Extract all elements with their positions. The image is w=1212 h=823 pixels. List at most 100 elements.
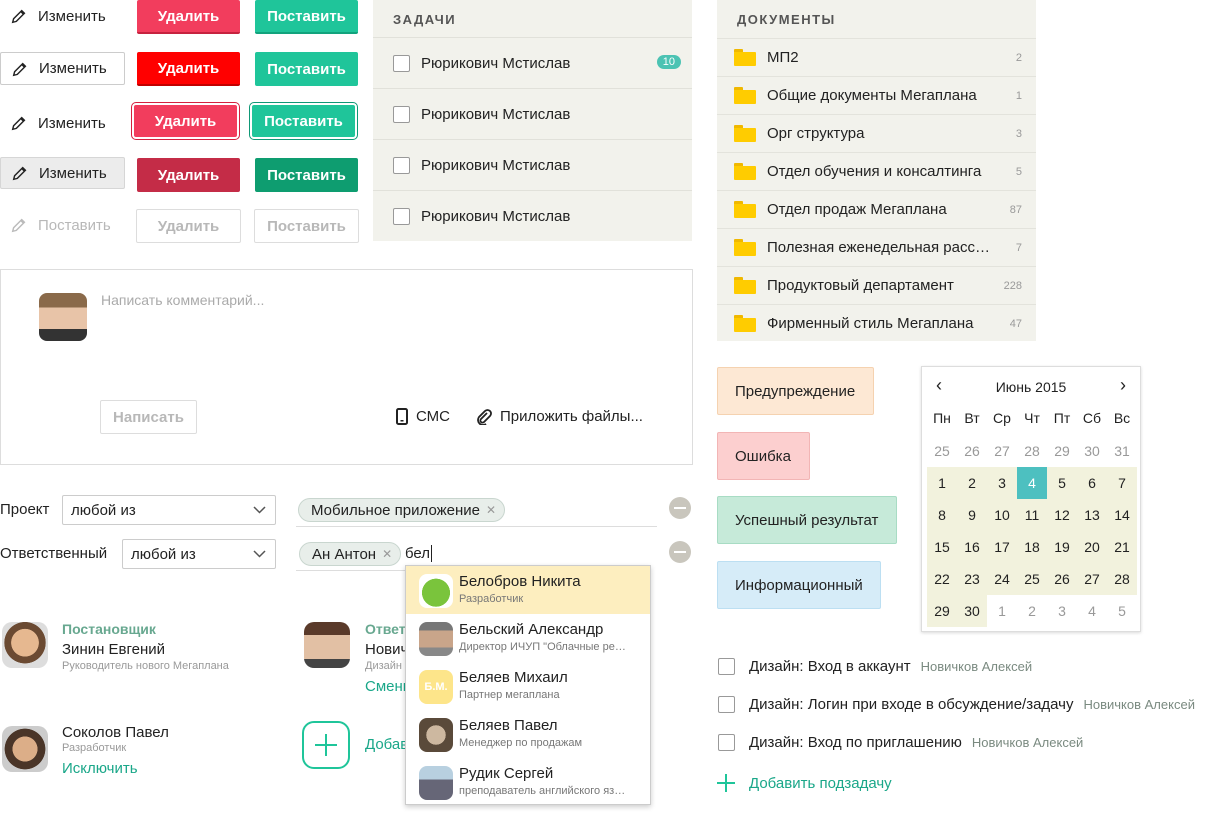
put-button[interactable]: Поставить [255,52,358,86]
calendar-day[interactable]: 30 [957,595,987,627]
calendar-day[interactable]: 26 [1047,563,1077,595]
calendar-day[interactable]: 7 [1107,467,1137,499]
attach-files-button[interactable]: Приложить файлы... [476,408,643,425]
calendar-day[interactable]: 2 [957,467,987,499]
calendar-day[interactable]: 13 [1077,499,1107,531]
calendar-day[interactable]: 22 [927,563,957,595]
edit-button[interactable]: Изменить [0,157,125,189]
responsible-search-input[interactable]: бел [405,545,433,562]
suggestion-item[interactable]: Бельский Александр Директор ИЧУП "Облачн… [406,614,650,662]
document-row[interactable]: Фирменный стиль Мегаплана 47 [717,304,1036,342]
delete-button[interactable]: Удалить [137,52,240,86]
calendar-day[interactable]: 21 [1107,531,1137,563]
calendar-day[interactable]: 4 [1077,595,1107,627]
document-row[interactable]: Орг структура 3 [717,114,1036,152]
calendar-day[interactable]: 28 [1017,435,1047,467]
add-member-label[interactable]: Добав [365,736,408,753]
task-row[interactable]: Рюрикович Мстислав [373,139,692,190]
subtask-row[interactable]: Дизайн: Логин при входе в обсуждение/зад… [718,696,1195,713]
calendar-day[interactable]: 31 [1107,435,1137,467]
calendar-day[interactable]: 25 [927,435,957,467]
calendar-day[interactable]: 12 [1047,499,1077,531]
remove-filter-icon[interactable] [669,497,691,519]
calendar-day[interactable]: 5 [1047,467,1077,499]
suggestion-item[interactable]: Белобров Никита Разработчик [406,566,650,614]
calendar-day[interactable]: 27 [1077,563,1107,595]
director-name[interactable]: Зинин Евгений [62,641,165,658]
calendar-day[interactable]: 9 [957,499,987,531]
project-select[interactable]: любой из [62,495,276,525]
suggestion-item[interactable]: Беляев Павел Менеджер по продажам [406,710,650,758]
calendar-day[interactable]: 23 [957,563,987,595]
task-checkbox[interactable] [393,207,410,225]
member-name[interactable]: Соколов Павел [62,724,169,741]
calendar-day[interactable]: 5 [1107,595,1137,627]
suggestion-item[interactable]: Б.М. Беляев Михаил Партнер мегаплана [406,662,650,710]
subtask-row[interactable]: Дизайн: Вход в аккаунт Новичков Алексей [718,658,1032,675]
document-row[interactable]: Общие документы Мегаплана 1 [717,76,1036,114]
add-member-button[interactable] [302,721,350,769]
calendar-day[interactable]: 2 [1017,595,1047,627]
sms-button[interactable]: СМС [396,408,450,425]
calendar-day[interactable]: 28 [1107,563,1137,595]
project-chip[interactable]: Мобильное приложение ✕ [298,498,506,522]
task-row[interactable]: Рюрикович Мстислав 10 [373,37,692,88]
remove-filter-icon[interactable] [669,541,691,563]
delete-button[interactable]: Удалить [137,158,240,192]
put-button[interactable]: Поставить [249,102,358,140]
add-subtask-button[interactable]: Добавить подзадачу [716,773,892,793]
calendar-day[interactable]: 17 [987,531,1017,563]
calendar-day[interactable]: 25 [1017,563,1047,595]
calendar-day[interactable]: 1 [987,595,1017,627]
responsible-name[interactable]: Нович [365,641,408,658]
calendar-day[interactable]: 20 [1077,531,1107,563]
close-icon[interactable]: ✕ [382,547,392,561]
calendar-day[interactable]: 4 [1017,467,1047,499]
calendar-day[interactable]: 19 [1047,531,1077,563]
calendar-day[interactable]: 10 [987,499,1017,531]
document-row[interactable]: МП2 2 [717,38,1036,76]
calendar-day[interactable]: 6 [1077,467,1107,499]
document-row[interactable]: Отдел обучения и консалтинга 5 [717,152,1036,190]
delete-button[interactable]: Удалить [131,102,240,140]
calendar-day[interactable]: 3 [987,467,1017,499]
task-row[interactable]: Рюрикович Мстислав [373,88,692,139]
edit-button[interactable]: Изменить [0,0,125,32]
calendar-day[interactable]: 15 [927,531,957,563]
calendar-day[interactable]: 24 [987,563,1017,595]
calendar-day[interactable]: 1 [927,467,957,499]
calendar-next-button[interactable]: › [1120,375,1126,396]
calendar-day[interactable]: 26 [957,435,987,467]
calendar-day[interactable]: 30 [1077,435,1107,467]
subtask-checkbox[interactable] [718,658,735,675]
responsible-chip[interactable]: Ан Антон ✕ [299,542,402,566]
document-row[interactable]: Полезная еженедельная расс… 7 [717,228,1036,266]
put-button[interactable]: Поставить [255,0,358,34]
subtask-checkbox[interactable] [718,734,735,751]
delete-button[interactable]: Удалить [137,0,240,34]
document-row[interactable]: Отдел продаж Мегаплана 87 [717,190,1036,228]
task-checkbox[interactable] [393,54,410,72]
calendar-day[interactable]: 8 [927,499,957,531]
task-row[interactable]: Рюрикович Мстислав [373,190,692,241]
subtask-checkbox[interactable] [718,696,735,713]
task-checkbox[interactable] [393,105,410,123]
submit-comment-button[interactable]: Написать [100,400,197,434]
responsible-select[interactable]: любой из [122,539,276,569]
suggestion-item[interactable]: Рудик Сергей преподаватель английского я… [406,758,650,806]
calendar-day[interactable]: 29 [1047,435,1077,467]
comment-input[interactable]: Написать комментарий... [101,292,264,308]
subtask-row[interactable]: Дизайн: Вход по приглашению Новичков Але… [718,734,1083,751]
remove-member-link[interactable]: Исключить [62,760,138,777]
edit-button[interactable]: Изменить [0,52,125,85]
calendar-day[interactable]: 14 [1107,499,1137,531]
calendar-day[interactable]: 11 [1017,499,1047,531]
task-checkbox[interactable] [393,156,410,174]
put-button[interactable]: Поставить [255,158,358,192]
calendar-day[interactable]: 3 [1047,595,1077,627]
edit-button[interactable]: Изменить [0,107,125,139]
calendar-day[interactable]: 27 [987,435,1017,467]
calendar-day[interactable]: 29 [927,595,957,627]
document-row[interactable]: Продуктовый департамент 228 [717,266,1036,304]
close-icon[interactable]: ✕ [486,503,496,517]
